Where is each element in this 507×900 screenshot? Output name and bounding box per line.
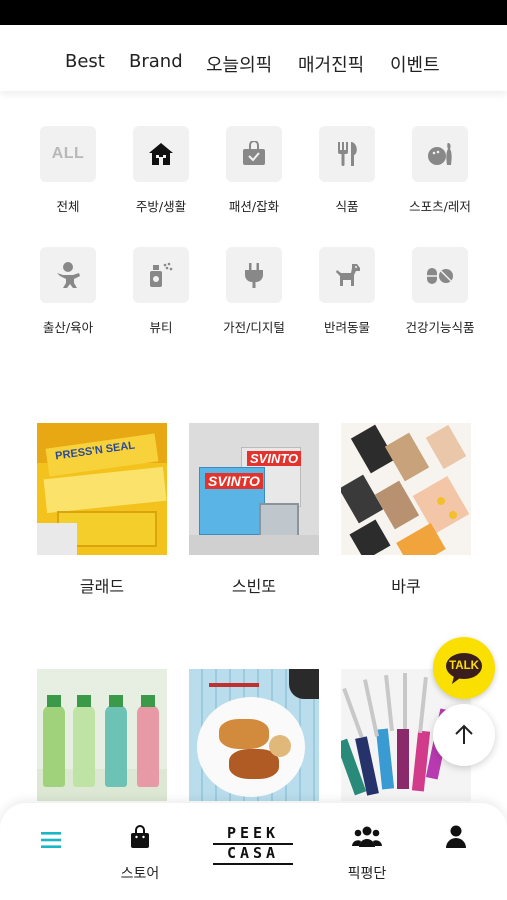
brand-card-baku[interactable]: 바쿠 xyxy=(341,423,471,597)
bottom-nav: 스토어 PEEK CASA 픽평단 xyxy=(0,803,507,900)
category-label: 주방/생활 xyxy=(135,199,187,214)
peekcasa-logo: PEEK CASA xyxy=(213,825,293,865)
category-pets[interactable]: 반려동물 xyxy=(302,247,392,336)
category-electronics[interactable]: 가전/디지털 xyxy=(209,247,299,336)
category-label: 출산/육아 xyxy=(42,320,94,335)
house-icon xyxy=(133,126,189,182)
arrow-up-icon xyxy=(455,724,473,744)
category-label: 스포츠/레저 xyxy=(409,199,471,214)
category-baby[interactable]: 출산/육아 xyxy=(23,247,113,336)
brand-name: 스빈또 xyxy=(231,577,277,596)
kakao-talk-button[interactable]: TALK xyxy=(433,637,495,699)
people-group-icon xyxy=(352,826,382,847)
baby-icon xyxy=(40,247,96,303)
brand-card[interactable] xyxy=(189,669,319,801)
home-logo-button[interactable]: PEEK CASA xyxy=(213,825,293,865)
shopping-bag-icon xyxy=(226,126,282,182)
status-bar xyxy=(0,0,507,25)
tab-magazine-pick[interactable]: 매거진픽 xyxy=(298,51,364,77)
brand-card-svinto[interactable]: SVINTO SVINTO 스빈또 xyxy=(189,423,319,597)
category-label: 반려동물 xyxy=(323,320,370,335)
reviewer-label: 픽평단 xyxy=(347,866,387,882)
spray-bottle-icon xyxy=(133,247,189,303)
category-label: 가전/디지털 xyxy=(223,320,285,335)
plug-icon xyxy=(226,247,282,303)
category-label: 패션/잡화 xyxy=(228,199,280,214)
dog-icon xyxy=(319,247,375,303)
shopping-bag-icon xyxy=(131,825,149,848)
category-fashion[interactable]: 패션/잡화 xyxy=(209,126,299,215)
category-label: 전체 xyxy=(56,199,80,214)
brand-card-glad[interactable]: PRESS'N SEAL 글래드 xyxy=(37,423,167,597)
menu-button[interactable] xyxy=(11,831,91,853)
category-kitchen-living[interactable]: 주방/생활 xyxy=(116,126,206,215)
bowling-icon xyxy=(412,126,468,182)
category-beauty[interactable]: 뷰티 xyxy=(116,247,206,336)
reviewer-group-button[interactable]: 픽평단 xyxy=(327,825,407,883)
category-label: 식품 xyxy=(335,199,359,214)
all-icon: ALL xyxy=(40,126,96,182)
brand-image xyxy=(189,669,319,801)
tab-event[interactable]: 이벤트 xyxy=(390,51,440,77)
scroll-to-top-button[interactable] xyxy=(433,704,495,766)
pill-icon xyxy=(412,247,468,303)
brand-image xyxy=(37,669,167,801)
tab-today-pick[interactable]: 오늘의픽 xyxy=(206,51,272,77)
category-label: 뷰티 xyxy=(149,320,173,335)
kakao-label: TALK xyxy=(449,660,479,672)
category-food[interactable]: 식품 xyxy=(302,126,392,215)
category-all[interactable]: ALL 전체 xyxy=(23,126,113,215)
top-nav: Best Brand 오늘의픽 매거진픽 이벤트 xyxy=(0,25,507,91)
tab-brand[interactable]: Brand xyxy=(129,51,183,72)
store-button[interactable]: 스토어 xyxy=(100,825,180,883)
store-label: 스토어 xyxy=(120,866,160,882)
brand-name: 글래드 xyxy=(79,577,125,596)
my-page-button[interactable] xyxy=(416,825,496,853)
fork-knife-icon xyxy=(319,126,375,182)
hamburger-icon xyxy=(41,832,61,848)
brand-image: PRESS'N SEAL xyxy=(37,423,167,555)
brand-card[interactable] xyxy=(37,669,167,801)
brand-image xyxy=(341,423,471,555)
category-sports[interactable]: 스포츠/레저 xyxy=(395,126,485,215)
category-label: 건강기능식품 xyxy=(405,320,475,335)
category-health[interactable]: 건강기능식품 xyxy=(395,247,485,336)
brand-name: 바쿠 xyxy=(391,577,421,596)
user-icon xyxy=(446,825,466,848)
tab-best[interactable]: Best xyxy=(65,51,105,72)
brand-image: SVINTO SVINTO xyxy=(189,423,319,555)
